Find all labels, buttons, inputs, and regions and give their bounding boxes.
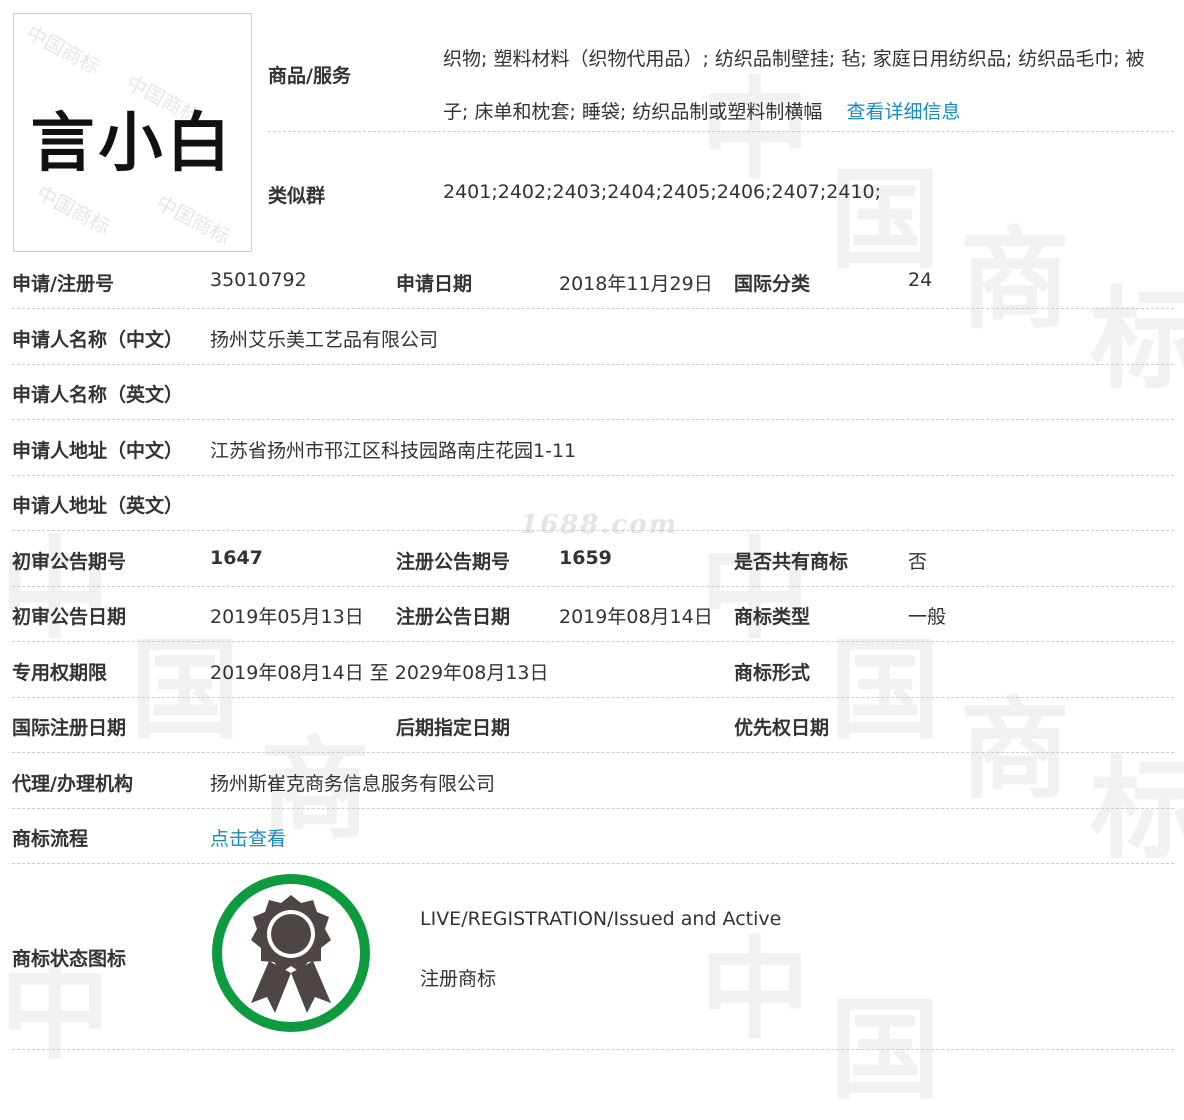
process-link[interactable]: 点击查看 [210, 824, 286, 851]
tm-type-value: 一般 [908, 606, 947, 628]
status-label: 商标状态图标 [12, 948, 127, 970]
applicant-addr-cn-row: 申请人地址（中文） 江苏省扬州市邗江区科技园路南庄花园1-11 [12, 420, 1174, 476]
intl-class-label: 国际分类 [734, 273, 811, 295]
similar-group-value: 2401;2402;2403;2404;2405;2406;2407;2410; [443, 181, 882, 203]
priority-date-label: 优先权日期 [734, 717, 830, 739]
trademark-detail: 中国商标 中国商标 中国商标 中国商标 言小白 商品/服务 织物; 塑料材料（织… [0, 0, 1184, 1054]
shared-label: 是否共有商标 [734, 551, 849, 573]
applicant-addr-en-label: 申请人地址（英文） [12, 495, 184, 517]
reg-announce-no-label: 注册公告期号 [396, 551, 511, 573]
reg-announce-no-value: 1659 [559, 547, 612, 569]
prelim-no-value: 1647 [210, 547, 263, 569]
applicant-addr-en-row: 申请人地址（英文） [12, 475, 1174, 531]
announcement-date-row: 初审公告日期 2019年05月13日 注册公告日期 2019年08月14日 商标… [12, 586, 1174, 642]
shared-value: 否 [908, 551, 928, 573]
later-date-label: 后期指定日期 [396, 717, 511, 739]
prelim-date-label: 初审公告日期 [12, 606, 127, 628]
reg-announce-date-label: 注册公告日期 [396, 606, 511, 628]
applicant-name-en-label: 申请人名称（英文） [12, 384, 184, 406]
logo-watermark: 中国商标 [32, 180, 115, 240]
applicant-name-cn-value: 扬州艾乐美工艺品有限公司 [210, 329, 439, 351]
goods-services-text: 织物; 塑料材料（织物代用品）; 纺织品制壁挂; 毡; 家庭日用纺织品; 纺织品… [443, 48, 1145, 123]
intl-reg-date-label: 国际注册日期 [12, 717, 127, 739]
applicant-addr-cn-value: 江苏省扬州市邗江区科技园路南庄花园1-11 [210, 440, 577, 462]
agency-label: 代理/办理机构 [12, 773, 133, 795]
logo-watermark: 中国商标 [152, 190, 235, 250]
registration-row: 申请/注册号 35010792 申请日期 2018年11月29日 国际分类 24 [12, 253, 1174, 309]
view-detail-link[interactable]: 查看详细信息 [847, 101, 961, 123]
rights-period-label: 专用权期限 [12, 662, 108, 684]
intl-class-value: 24 [908, 269, 933, 291]
applicant-name-en-row: 申请人名称（英文） [12, 364, 1174, 420]
applicant-addr-cn-label: 申请人地址（中文） [12, 440, 184, 462]
process-label: 商标流程 [12, 828, 89, 850]
similar-group-label: 类似群 [268, 185, 326, 207]
logo-watermark: 中国商标 [22, 20, 105, 80]
status-chinese: 注册商标 [420, 968, 497, 990]
reg-no-label: 申请/注册号 [12, 273, 114, 295]
status-row: 商标状态图标 LIVE/REGISTRATION/Issued and Acti… [12, 864, 1174, 1050]
agency-value: 扬州斯崔克商务信息服务有限公司 [210, 773, 496, 795]
tm-type-label: 商标类型 [734, 606, 811, 628]
reg-no-value: 35010792 [210, 269, 307, 291]
prelim-no-label: 初审公告期号 [12, 551, 127, 573]
applicant-name-cn-row: 申请人名称（中文） 扬州艾乐美工艺品有限公司 [12, 309, 1174, 365]
similar-group-row: 类似群 2401;2402;2403;2404;2405;2406;2407;2… [268, 131, 1174, 251]
process-row: 商标流程 点击查看 [12, 808, 1174, 864]
award-ribbon-icon [212, 874, 370, 1032]
prelim-date-value: 2019年05月13日 [210, 606, 364, 628]
status-english: LIVE/REGISTRATION/Issued and Active [420, 908, 782, 930]
agency-row: 代理/办理机构 扬州斯崔克商务信息服务有限公司 [12, 753, 1174, 809]
applicant-name-cn-label: 申请人名称（中文） [12, 329, 184, 351]
app-date-value: 2018年11月29日 [559, 273, 713, 295]
tm-form-label: 商标形式 [734, 662, 811, 684]
rights-period-value: 2019年08月14日 至 2029年08月13日 [210, 662, 549, 684]
goods-services-value: 织物; 塑料材料（织物代用品）; 纺织品制壁挂; 毡; 家庭日用纺织品; 纺织品… [443, 33, 1163, 139]
intl-dates-row: 国际注册日期 后期指定日期 优先权日期 [12, 697, 1174, 753]
trademark-name: 言小白 [30, 106, 235, 181]
rights-period-row: 专用权期限 2019年08月14日 至 2029年08月13日 商标形式 [12, 642, 1174, 698]
goods-services-row: 商品/服务 织物; 塑料材料（织物代用品）; 纺织品制壁挂; 毡; 家庭日用纺织… [268, 13, 1174, 132]
trademark-image: 中国商标 中国商标 中国商标 中国商标 言小白 [13, 13, 252, 252]
announcement-no-row: 初审公告期号 1647 注册公告期号 1659 是否共有商标 否 [12, 531, 1174, 587]
goods-services-label: 商品/服务 [268, 65, 351, 87]
app-date-label: 申请日期 [396, 273, 473, 295]
reg-announce-date-value: 2019年08月14日 [559, 606, 713, 628]
